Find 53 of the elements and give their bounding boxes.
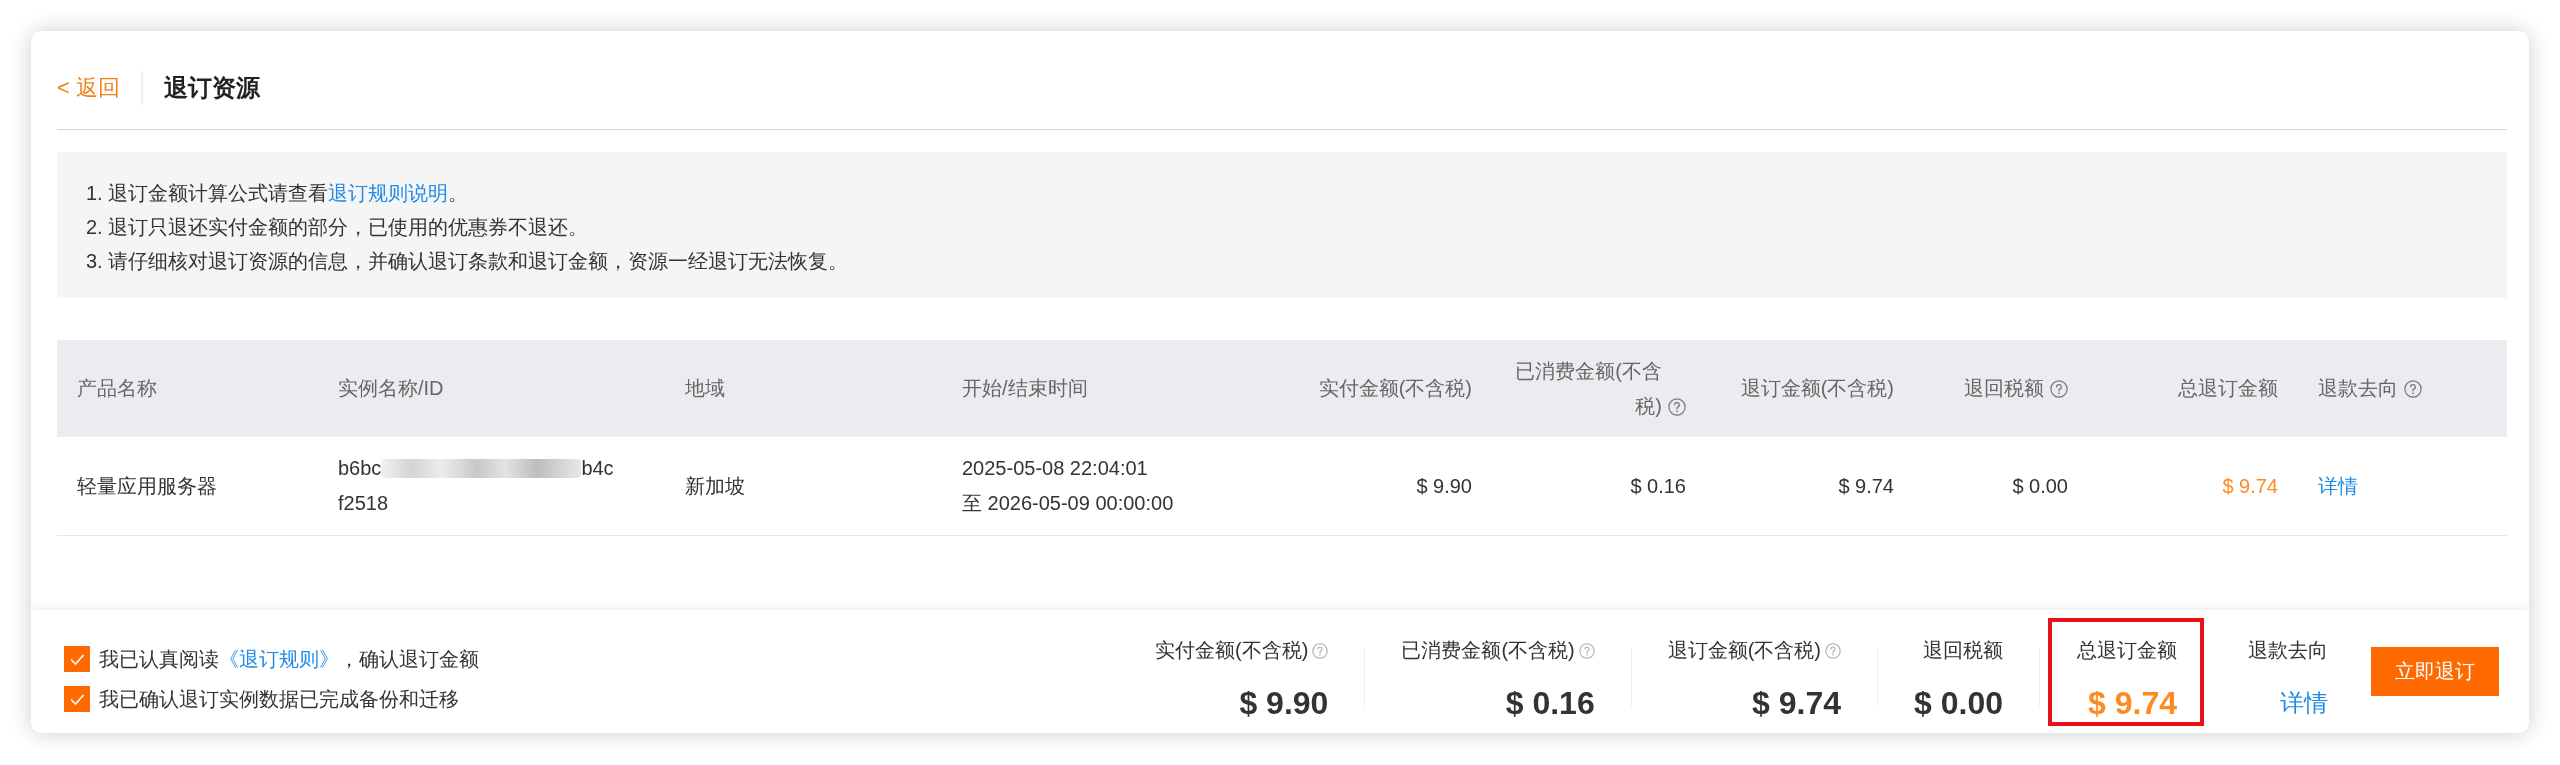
table-cell-text: 轻量应用服务器 — [76, 473, 218, 499]
summary-label: 总退订金额 — [2077, 638, 2177, 661]
column-header: 开始/结束时间 — [962, 376, 1088, 401]
summary-amount: $ 9.74 — [2088, 684, 2177, 721]
summary-label: 退回税额 — [1923, 638, 2003, 661]
summary-amount: $ 0.00 — [1914, 684, 2003, 721]
column-header: 已消费金额(不含税) — [1514, 358, 1662, 419]
help-icon[interactable] — [1312, 642, 1329, 659]
summary-label: 实付金额(不含税) — [1155, 638, 1309, 661]
summary-label: 退款去向 — [2248, 638, 2328, 661]
column-header: 退款去向 — [2318, 376, 2398, 401]
help-icon[interactable] — [1825, 642, 1842, 659]
notice-text: 1. 退订金额计算公式请查看退订规则说明。 — [86, 181, 470, 206]
instance-id-text: b6bc — [338, 456, 382, 481]
table-cell-text: $ 9.74 — [2221, 473, 2279, 499]
back-link[interactable]: < 返回 — [57, 73, 120, 103]
summary-amount: $ 9.74 — [1752, 684, 1842, 721]
table-cell-text: $ 0.00 — [2011, 473, 2069, 499]
table-cell-text: $ 0.16 — [1629, 473, 1687, 499]
table-cell-text: $ 9.90 — [1415, 473, 1473, 499]
help-icon[interactable] — [2050, 380, 2068, 398]
checkbox[interactable] — [64, 686, 90, 712]
unsubscribe-button[interactable]: 立即退订 — [2371, 647, 2499, 696]
summary-label: 已消费金额(不含税) — [1401, 638, 1575, 661]
details-link[interactable]: 详情 — [2280, 688, 2328, 716]
summary-amount: $ 0.16 — [1505, 684, 1595, 721]
rules-link[interactable]: 退订规则说明 — [328, 182, 449, 204]
details-link[interactable]: 详情 — [2318, 468, 2487, 504]
column-header: 产品名称 — [77, 376, 157, 401]
rules-link[interactable]: 《退订规则》 — [219, 647, 339, 670]
column-header: 总退订金额 — [2178, 376, 2278, 401]
table-cell-text: 新加坡 — [684, 473, 746, 499]
column-header: 退回税额 — [1964, 376, 2044, 401]
help-icon[interactable] — [1578, 642, 1595, 659]
column-header: 实例名称/ID — [338, 376, 444, 401]
summary-amount: $ 9.90 — [1239, 684, 1329, 721]
help-icon[interactable] — [2404, 380, 2422, 398]
time-text: 至 2026-05-09 00:00:00 — [962, 491, 1174, 516]
summary-label: 退订金额(不含税) — [1667, 638, 1822, 661]
help-icon[interactable] — [1668, 397, 1686, 416]
column-header: 地域 — [685, 376, 725, 401]
agreement-text: 我已确认退订实例数据已完成备份和迁移 — [99, 686, 459, 712]
checkbox[interactable] — [64, 646, 90, 672]
column-header: 退订金额(不含税) — [1740, 376, 1894, 401]
time-text: 2025-05-08 22:04:01 — [962, 456, 1148, 481]
agreement-text: 我已认真阅读《退订规则》，确认退订金额 — [99, 646, 479, 672]
page-title: 退订资源 — [163, 73, 260, 103]
instance-id-text: f2518 — [338, 491, 389, 516]
notice-text: 3. 请仔细核对退订资源的信息，并确认退订条款和退订金额，资源一经退订无法恢复。 — [86, 249, 850, 274]
instance-id-text: b4c — [581, 456, 614, 481]
table-cell-text: $ 9.74 — [1837, 473, 1895, 499]
notice-text: 2. 退订只退还实付金额的部分，已使用的优惠券不退还。 — [86, 215, 590, 240]
column-header: 实付金额(不含税) — [1318, 376, 1472, 401]
